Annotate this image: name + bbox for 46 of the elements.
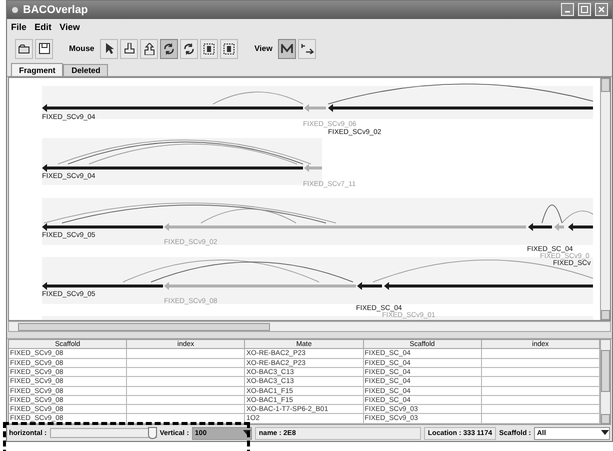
m-shape-icon — [281, 44, 294, 54]
building-icon — [144, 42, 155, 55]
minimize-button[interactable] — [561, 3, 574, 16]
folder-icon — [18, 44, 30, 54]
slider-thumb[interactable] — [148, 427, 157, 440]
tool-button[interactable] — [200, 38, 218, 59]
tool-button[interactable] — [160, 38, 178, 59]
axis-icon — [300, 43, 314, 54]
tool-button[interactable] — [100, 38, 118, 59]
menu-item[interactable]: Edit — [34, 22, 52, 32]
window-title: BACOverlap — [23, 4, 89, 16]
caret-icon — [601, 430, 609, 436]
view-button[interactable] — [298, 38, 316, 59]
toolbar-label: View — [254, 44, 272, 54]
view-button[interactable] — [278, 38, 296, 59]
slider-track[interactable] — [50, 428, 157, 438]
toolbar-label: Mouse — [69, 44, 94, 54]
tool-button[interactable] — [140, 38, 158, 59]
tool-button[interactable] — [120, 38, 138, 59]
floppy-icon — [38, 43, 50, 54]
open-button[interactable] — [15, 38, 33, 59]
tool-button[interactable] — [180, 38, 198, 59]
tab[interactable]: Deleted — [63, 64, 108, 76]
app-icon — [11, 6, 19, 14]
rotate-icon — [183, 42, 196, 55]
horizontal-scrollbar[interactable] — [8, 321, 611, 332]
menu-item[interactable]: View — [60, 22, 80, 32]
rotate-icon — [163, 42, 176, 55]
maximize-button[interactable] — [578, 3, 591, 16]
contig-arrow — [568, 223, 593, 232]
contig-arrow — [528, 223, 552, 232]
contig-arrow — [554, 223, 564, 232]
close-button[interactable] — [595, 3, 608, 16]
stamp-icon — [124, 42, 135, 55]
vertical-scrollbar[interactable] — [600, 78, 610, 320]
tool-button[interactable] — [220, 38, 238, 59]
maximize-icon — [581, 6, 588, 14]
close-icon — [598, 6, 605, 14]
tab[interactable]: Fragment — [11, 63, 64, 76]
caret-icon — [242, 430, 251, 436]
save-button[interactable] — [35, 38, 53, 59]
table-scrollbar[interactable] — [600, 340, 610, 424]
menu-item[interactable]: File — [11, 22, 27, 32]
pointer-icon — [104, 43, 114, 54]
frame-icon — [203, 42, 216, 55]
frame-icon — [223, 42, 236, 55]
